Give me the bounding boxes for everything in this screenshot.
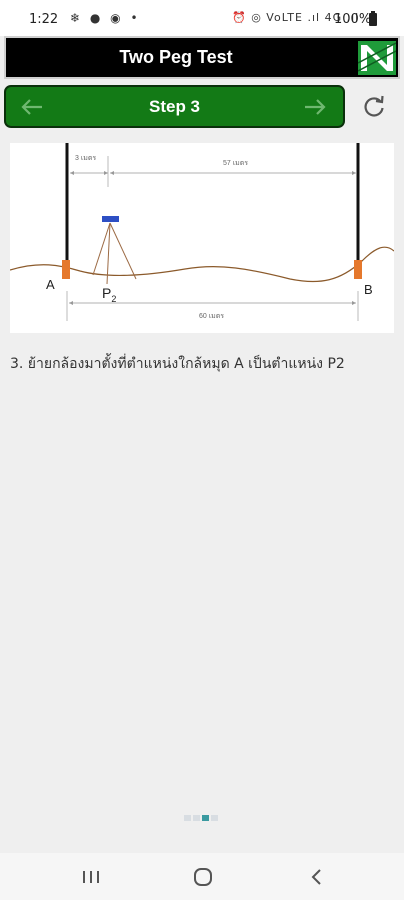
page-dot-active[interactable] [202,815,209,821]
tripod-leg [109,222,137,280]
app-title: Two Peg Test [119,47,233,67]
distance-3m: 3 เมตร [75,155,97,162]
peg-a [62,260,70,279]
step-title: Step 3 [148,97,201,116]
page-indicator [184,815,218,823]
status-time: 1:22 [29,12,59,27]
label-p-sub: 2 [111,293,117,304]
page-dot[interactable] [193,815,200,821]
label-p: P [102,285,112,301]
status-bar: 1:22 ❄ ● ◉ • ⏰ ◎ VoLTE .ıl 4G .ıl 100% [0,0,404,36]
distance-60m: 60 เมตร [199,313,225,320]
app-header: Two Peg Test [4,36,400,79]
step-navigator: Step 3 [4,85,345,128]
arrow-right-icon[interactable] [303,98,327,116]
peg-b [354,260,362,279]
notification-icons: ❄ ● ◉ • [70,11,141,25]
home-icon[interactable] [191,867,215,887]
two-peg-diagram: A B P2 3 เมตร 57 เมตร 60 เมตร [10,143,394,333]
back-icon[interactable] [305,867,329,887]
page-dot[interactable] [184,815,191,821]
battery-percent: 100% [334,12,372,27]
diagram-drawing [10,143,394,321]
battery-icon [369,11,377,26]
system-nav-bar [0,853,404,900]
label-a: A [46,277,55,292]
recents-icon[interactable] [79,867,103,887]
label-b: B [364,282,373,297]
label-p2: P2 [102,285,116,304]
step-instruction: 3. ย้ายกล้องมาตั้งที่ตำแหน่งใกล้หมุด A เ… [10,356,345,372]
refresh-icon[interactable] [360,93,388,121]
distance-57m: 57 เมตร [223,160,249,167]
page-dot[interactable] [211,815,218,821]
app-logo-icon [358,41,396,75]
level-instrument [102,216,119,222]
